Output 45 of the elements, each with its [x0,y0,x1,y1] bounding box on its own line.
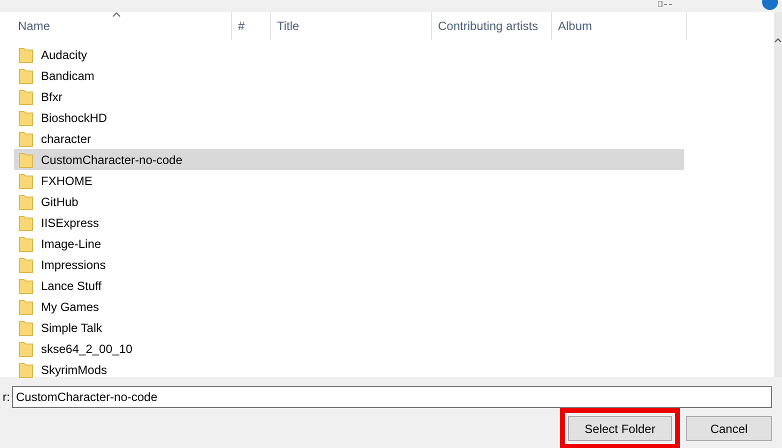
folder-icon [19,340,33,356]
column-header[interactable]: Name [0,12,232,40]
field-label: r: [2,390,10,404]
folder-item[interactable]: My Games [14,296,684,317]
folder-item[interactable]: FXHOME [14,170,684,191]
column-header[interactable]: # [232,12,271,40]
folder-icon [19,194,33,210]
folder-item[interactable]: SkyrimMods [14,359,684,380]
folder-item[interactable]: Bandicam [14,65,684,86]
folder-item[interactable]: GitHub [14,191,684,212]
folder-item[interactable]: CustomCharacter-no-code [14,149,684,170]
column-header[interactable]: Album [552,12,687,40]
folder-icon [19,278,33,294]
folder-icon [19,68,33,84]
folder-item[interactable]: Bfxr [14,86,684,107]
cancel-button[interactable]: Cancel [686,416,772,441]
folder-icon [19,362,33,378]
folder-item[interactable]: Simple Talk [14,317,684,338]
folder-icon [19,110,33,126]
folder-icon [19,298,33,314]
folder-item[interactable]: Impressions [14,254,684,275]
folder-icon [19,320,33,336]
folder-item[interactable]: Audacity [14,44,684,65]
folder-icon [19,88,33,104]
folder-item[interactable]: skse64_2_00_10 [14,338,684,359]
folder-input[interactable]: CustomCharacter-no-code [12,386,772,408]
folder-item[interactable]: BioshockHD [14,107,684,128]
folder-item[interactable]: character [14,128,684,149]
sort-caret-icon [112,12,120,17]
folder-icon [19,130,33,146]
folder-icon [19,214,33,230]
folder-icon [19,236,33,252]
select-folder-button[interactable]: Select Folder [568,416,672,441]
folder-item[interactable]: Image-Line [14,233,684,254]
column-header[interactable]: Title [271,12,432,40]
folder-icon [19,152,33,168]
folder-icon [19,46,33,62]
column-header[interactable]: Contributing artists [432,12,552,40]
folder-item[interactable]: IISExpress [14,212,684,233]
folder-icon [19,256,33,272]
folder-item[interactable]: Lance Stuff [14,275,684,296]
view-options-icon[interactable] [658,1,674,7]
scroll-up-icon[interactable] [774,38,782,43]
scrollbar[interactable] [774,12,782,377]
folder-icon [19,172,33,188]
